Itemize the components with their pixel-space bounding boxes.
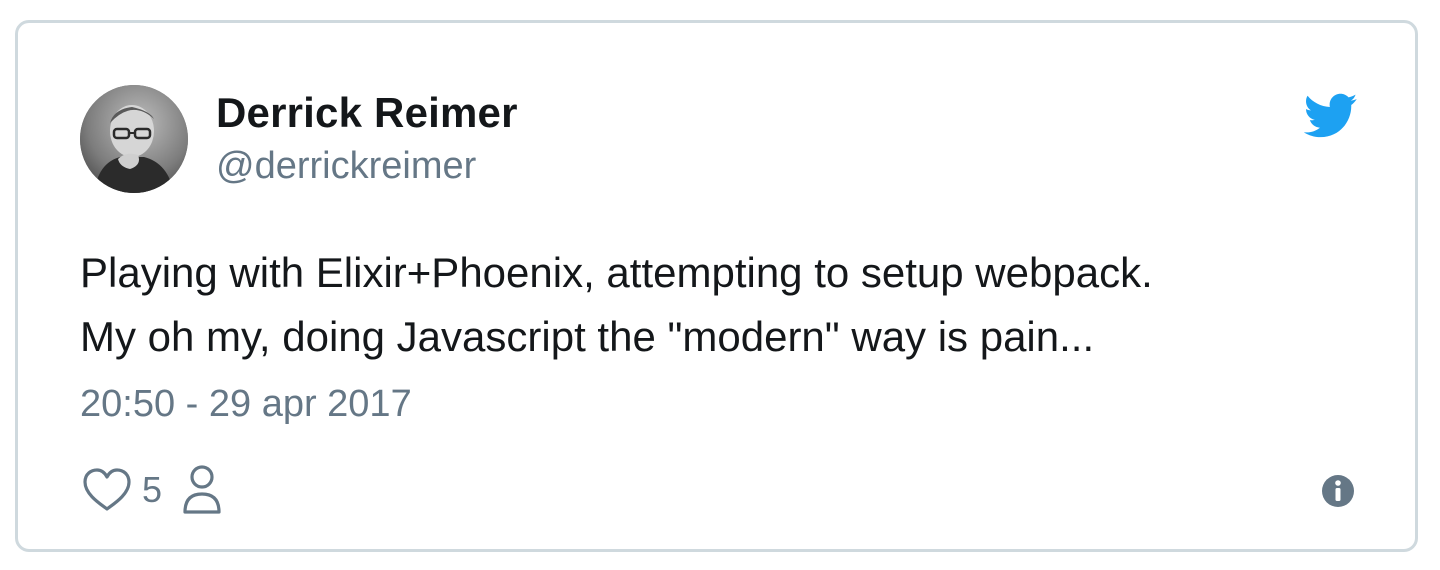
avatar[interactable]: [80, 85, 188, 193]
twitter-bird-icon[interactable]: [1303, 93, 1358, 139]
author-display-name[interactable]: Derrick Reimer: [216, 89, 518, 137]
like-button[interactable]: 5: [82, 467, 162, 513]
action-bar: 5: [82, 463, 222, 517]
info-button[interactable]: [1320, 473, 1356, 509]
avatar-image: [80, 85, 188, 193]
tweet-text: Playing with Elixir+Phoenix, attempting …: [80, 241, 1380, 369]
tweet-timestamp[interactable]: 20:50 - 29 apr 2017: [80, 383, 412, 426]
heart-icon: [83, 468, 131, 511]
author-handle[interactable]: @derrickreimer: [216, 145, 476, 188]
tweet-card: Derrick Reimer @derrickreimer Playing wi…: [15, 20, 1418, 552]
info-icon: [1322, 475, 1354, 507]
like-count: 5: [142, 469, 163, 510]
tweet-text-line: My oh my, doing Javascript the "modern" …: [80, 313, 1095, 360]
tweet-text-line: Playing with Elixir+Phoenix, attempting …: [80, 249, 1153, 296]
person-button[interactable]: [182, 464, 222, 516]
person-icon: [183, 465, 221, 514]
